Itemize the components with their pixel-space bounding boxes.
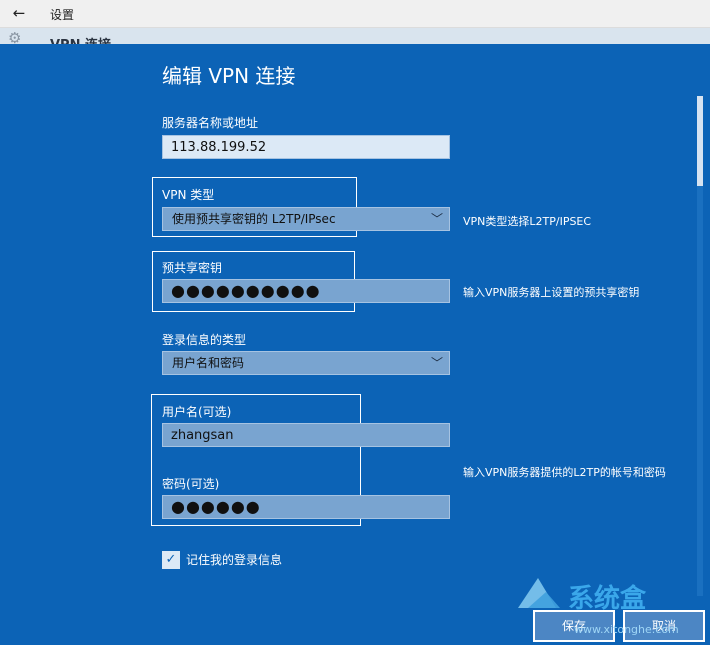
dialog-title: 编辑 VPN 连接 xyxy=(162,64,296,88)
password-input[interactable]: ●●●●●● xyxy=(162,495,450,519)
server-address-input[interactable]: 113.88.199.52 xyxy=(162,135,450,159)
scrollbar[interactable] xyxy=(697,96,703,596)
credentials-note: 输入VPN服务器提供的L2TP的帐号和密码 xyxy=(463,466,666,479)
svg-text:系统盒: 系统盒 xyxy=(568,583,647,614)
checkmark-icon: ✓ xyxy=(165,552,177,567)
server-label: 服务器名称或地址 xyxy=(162,116,259,130)
svg-text:www.xitonghe.com: www.xitonghe.com xyxy=(574,623,679,636)
psk-label: 预共享密钥 xyxy=(162,261,223,275)
login-type-label: 登录信息的类型 xyxy=(162,333,247,347)
login-type-value: 用户名和密码 xyxy=(172,356,245,370)
psk-note: 输入VPN服务器上设置的预共享密钥 xyxy=(463,286,640,299)
vpn-type-select[interactable]: 使用预共享密钥的 L2TP/IPsec ﹀ xyxy=(162,207,450,231)
title-bar: ← 设置 xyxy=(0,0,710,28)
vpn-type-note: VPN类型选择L2TP/IPSEC xyxy=(463,215,592,228)
chevron-down-icon: ﹀ xyxy=(430,212,443,226)
remember-checkbox[interactable]: ✓ xyxy=(162,551,180,569)
back-arrow-icon[interactable]: ← xyxy=(8,3,30,23)
vpn-type-value: 使用预共享密钥的 L2TP/IPsec xyxy=(172,212,336,226)
chevron-down-icon: ﹀ xyxy=(430,356,443,370)
username-input[interactable]: zhangsan xyxy=(162,423,450,447)
psk-input[interactable]: ●●●●●●●●●● xyxy=(162,279,450,303)
username-label: 用户名(可选) xyxy=(162,405,232,419)
window-title: 设置 xyxy=(50,8,75,22)
vpn-type-label: VPN 类型 xyxy=(162,188,215,202)
remember-label: 记住我的登录信息 xyxy=(186,553,283,567)
scroll-thumb[interactable] xyxy=(697,96,703,186)
password-label: 密码(可选) xyxy=(162,477,220,491)
login-type-select[interactable]: 用户名和密码 ﹀ xyxy=(162,351,450,375)
watermark-logo: 系统盒 www.xitonghe.com xyxy=(510,530,710,641)
